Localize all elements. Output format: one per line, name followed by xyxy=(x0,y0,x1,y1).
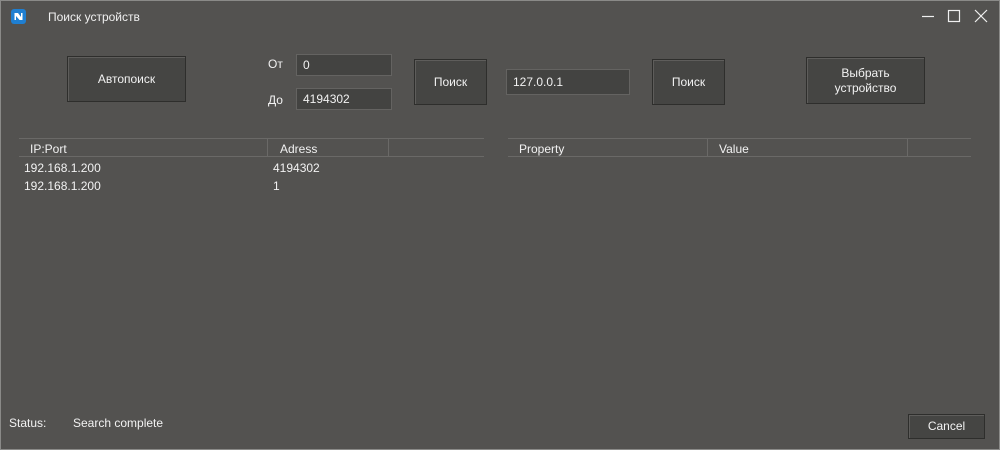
from-field[interactable]: 0 xyxy=(296,54,392,76)
minimize-button[interactable] xyxy=(919,7,937,25)
search-range-button[interactable]: Поиск xyxy=(414,59,487,105)
close-button[interactable] xyxy=(972,7,990,25)
maximize-button[interactable] xyxy=(945,7,963,25)
column-header-property[interactable]: Property xyxy=(519,142,564,156)
to-label: До xyxy=(268,93,283,107)
title-bar: Поиск устройств xyxy=(1,1,999,31)
maximize-icon xyxy=(947,9,961,23)
select-device-button[interactable]: Выбрать устройство xyxy=(806,57,925,104)
status-label: Status: xyxy=(9,416,47,430)
column-header-adress[interactable]: Adress xyxy=(280,142,317,156)
window-title: Поиск устройств xyxy=(48,10,140,24)
column-header-value[interactable]: Value xyxy=(719,142,749,156)
column-header-ip-port[interactable]: IP:Port xyxy=(30,142,67,156)
app-logo-icon xyxy=(11,9,26,24)
cell-ip-port: 192.168.1.200 xyxy=(24,161,101,175)
minimize-icon xyxy=(922,15,934,18)
to-field[interactable]: 4194302 xyxy=(296,88,392,110)
close-icon xyxy=(974,9,988,23)
status-text: Search complete xyxy=(73,416,164,430)
cell-adress: 4194302 xyxy=(273,161,320,175)
from-label: От xyxy=(268,57,283,71)
autosearch-button[interactable]: Автопоиск xyxy=(67,56,186,102)
cell-adress: 1 xyxy=(273,179,280,193)
cancel-button[interactable]: Cancel xyxy=(908,414,985,439)
cell-ip-port: 192.168.1.200 xyxy=(24,179,101,193)
search-ip-button[interactable]: Поиск xyxy=(652,59,725,105)
ip-address-field[interactable]: 127.0.0.1 xyxy=(506,69,630,95)
device-search-window: Поиск устройств Автопоиск От 0 До 419430… xyxy=(0,0,1000,450)
